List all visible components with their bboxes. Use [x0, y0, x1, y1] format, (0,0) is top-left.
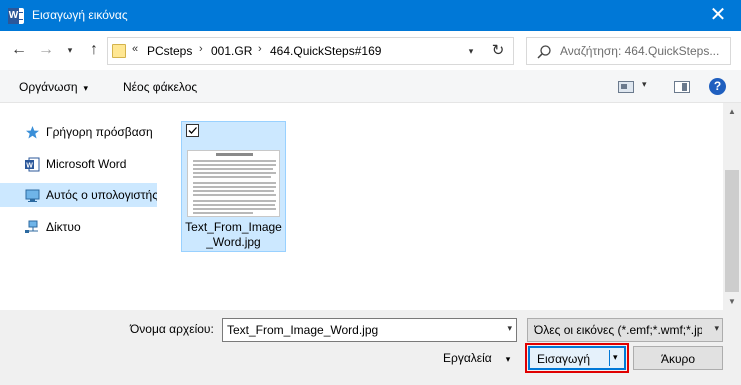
sidebar-item-label: Microsoft Word [46, 157, 127, 171]
up-button[interactable]: ↑ [84, 41, 104, 59]
change-view-icon[interactable] [618, 81, 634, 93]
cancel-label: Άκυρο [660, 352, 696, 366]
recent-locations-button[interactable]: ▾ [60, 41, 80, 59]
chevron-down-icon[interactable]: ▾ [507, 323, 512, 334]
close-button[interactable]: ✕ [695, 0, 741, 31]
insert-button[interactable]: Εισαγωγή ▾ [528, 346, 626, 370]
breadcrumb-separator-icon[interactable]: › [199, 43, 203, 55]
scroll-up-button[interactable]: ▲ [723, 103, 741, 120]
address-dropdown-button[interactable]: ▾ [463, 43, 479, 59]
tools-button[interactable]: Εργαλεία ▾ [443, 351, 510, 365]
computer-icon [25, 189, 40, 202]
sidebar-item-label: Γρήγορη πρόσβαση [46, 125, 153, 139]
network-icon [25, 220, 38, 233]
split-divider [609, 350, 610, 366]
command-bar: Οργάνωση ▾ Νέος φάκελος ▾ ? [0, 70, 741, 103]
breadcrumb-pcsteps[interactable]: PCsteps [147, 44, 192, 58]
back-button[interactable]: ← [9, 41, 29, 59]
sidebar-item-network[interactable]: Δίκτυο [0, 215, 157, 239]
filename-label: Όνομα αρχείου: [130, 322, 214, 336]
breadcrumb-overflow[interactable]: « [132, 43, 138, 55]
title-bar: W Εισαγωγή εικόνας ✕ [0, 0, 741, 31]
filename-field[interactable]: Text_From_Image_Word.jpg ▾ [222, 318, 517, 342]
insert-label: Εισαγωγή [537, 352, 591, 366]
forward-button[interactable]: → [36, 41, 56, 59]
word-icon: W [25, 157, 40, 172]
breadcrumb-001gr[interactable]: 001.GR [211, 44, 252, 58]
search-icon [537, 45, 551, 59]
sidebar-item-quick-access[interactable]: Γρήγορη πρόσβαση [0, 120, 157, 144]
checkmark-icon [188, 127, 197, 134]
folder-icon [112, 44, 126, 58]
navigation-pane: Γρήγορη πρόσβαση W Microsoft Word Αυτός … [0, 103, 158, 310]
scroll-thumb[interactable] [725, 170, 739, 292]
sidebar-item-label: Δίκτυο [46, 220, 81, 234]
preview-pane-icon[interactable] [674, 81, 690, 93]
view-options-dropdown[interactable]: ▾ [642, 79, 647, 90]
chevron-down-icon: ▾ [505, 354, 511, 364]
search-input[interactable]: Αναζήτηση: 464.QuickSteps... [526, 37, 731, 65]
image-thumbnail [187, 150, 280, 217]
refresh-button[interactable]: ↻ [488, 41, 508, 61]
breadcrumb-quicksteps[interactable]: 464.QuickSteps#169 [270, 44, 381, 58]
organize-label: Οργάνωση [19, 80, 78, 94]
sidebar-item-microsoft-word[interactable]: W Microsoft Word [0, 152, 157, 176]
filename-value: Text_From_Image_Word.jpg [227, 323, 379, 337]
file-name: Text_From_Image _Word.jpg [185, 220, 282, 249]
vertical-scrollbar[interactable]: ▲ ▼ [723, 103, 741, 310]
sidebar-item-label: Αυτός ο υπολογιστής [46, 188, 158, 202]
star-icon [26, 126, 39, 139]
chevron-down-icon: ▾ [714, 323, 719, 333]
sidebar-item-this-pc[interactable]: Αυτός ο υπολογιστής [0, 183, 158, 207]
scroll-down-button[interactable]: ▼ [723, 293, 741, 310]
dialog-footer: Όνομα αρχείου: Text_From_Image_Word.jpg … [0, 310, 741, 385]
breadcrumb-separator-icon[interactable]: › [258, 43, 262, 55]
insert-options-dropdown[interactable]: ▾ [613, 352, 618, 363]
address-bar[interactable]: « PCsteps › 001.GR › 464.QuickSteps#169 … [107, 37, 514, 65]
window-title: Εισαγωγή εικόνας [32, 8, 128, 22]
chevron-down-icon: ▾ [83, 83, 89, 93]
file-type-value: Όλες οι εικόνες (*.emf;*.wmf;*.jpg [534, 323, 702, 337]
navigation-bar: ← → ▾ ↑ « PCsteps › 001.GR › 464.QuickSt… [0, 31, 741, 70]
search-placeholder: Αναζήτηση: 464.QuickSteps... [560, 44, 720, 58]
cancel-button[interactable]: Άκυρο [633, 346, 723, 370]
word-icon: W [8, 8, 24, 24]
svg-text:W: W [26, 163, 33, 170]
file-item[interactable]: Text_From_Image _Word.jpg [181, 121, 286, 252]
new-folder-button[interactable]: Νέος φάκελος [123, 80, 197, 94]
organize-button[interactable]: Οργάνωση ▾ [19, 80, 88, 94]
tools-label: Εργαλεία [443, 351, 492, 365]
file-list: Text_From_Image _Word.jpg [157, 103, 723, 310]
help-icon[interactable]: ? [709, 78, 726, 95]
selection-checkbox[interactable] [186, 124, 199, 137]
file-type-select[interactable]: Όλες οι εικόνες (*.emf;*.wmf;*.jpg ▾ [527, 318, 723, 342]
